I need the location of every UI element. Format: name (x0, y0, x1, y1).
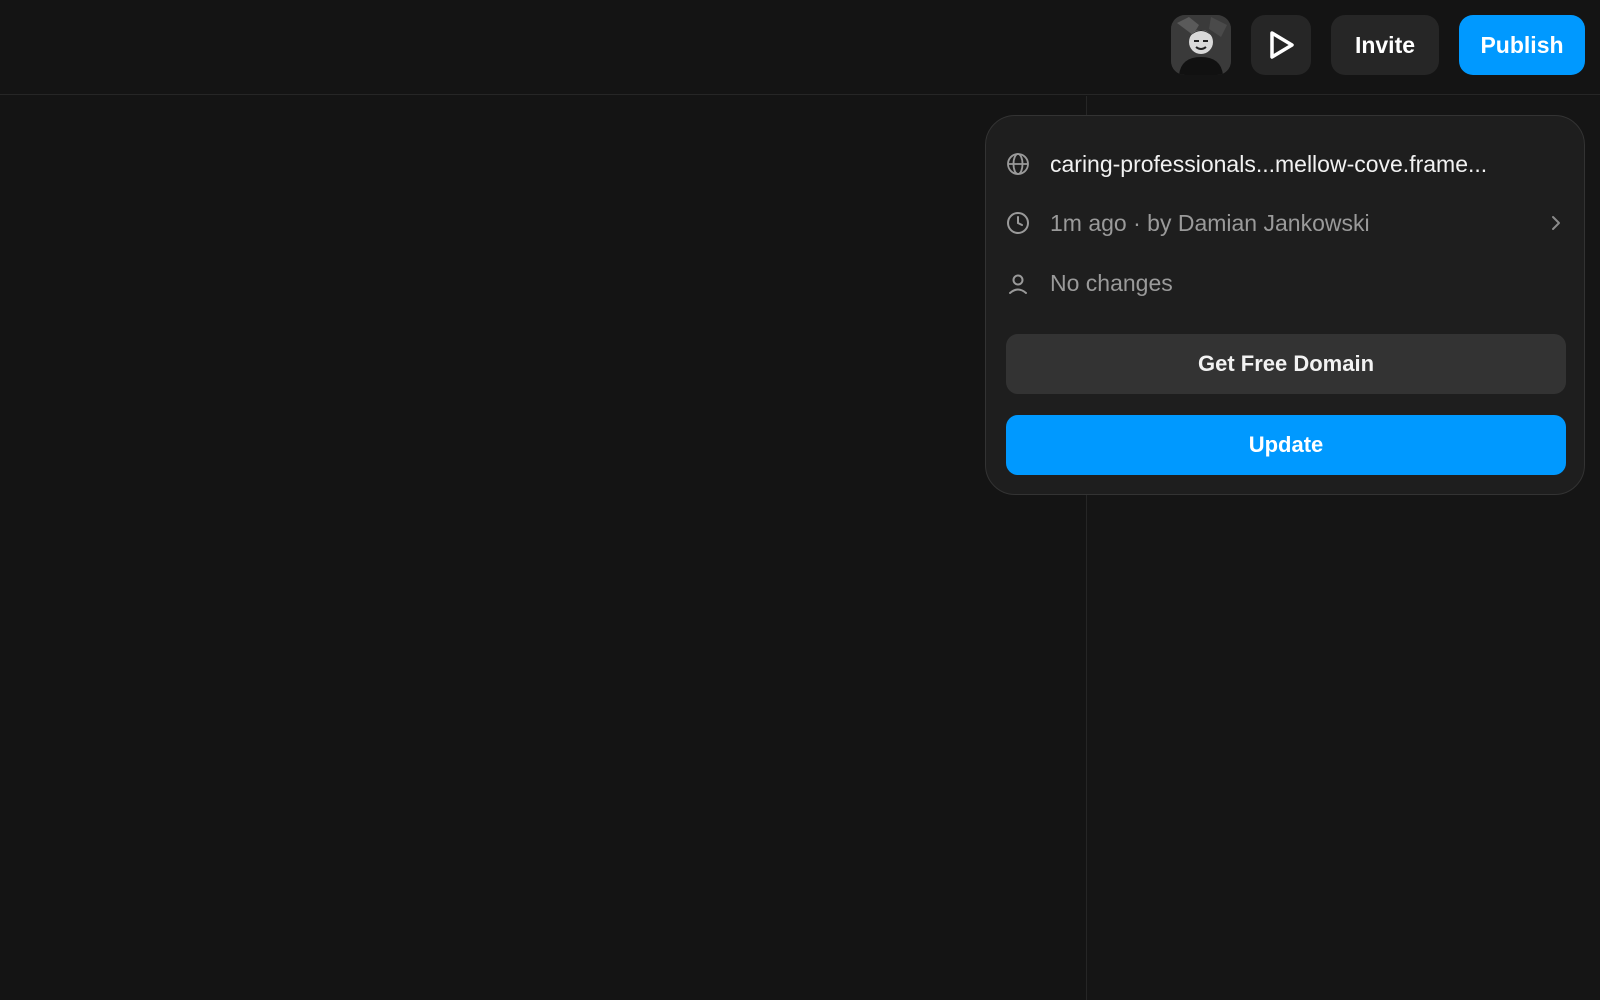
globe-icon (1006, 152, 1030, 176)
app-window: Invite Publish caring-professionals...me… (0, 0, 1600, 1000)
clock-icon (1006, 211, 1030, 235)
last-update-text: 1m ago · by Damian Jankowski (1050, 209, 1370, 236)
update-button[interactable]: Update (1006, 415, 1566, 475)
preview-play-button[interactable] (1251, 15, 1311, 75)
top-toolbar: Invite Publish (0, 0, 1600, 95)
play-icon (1270, 31, 1294, 59)
avatar-icon (1171, 15, 1231, 75)
chevron-right-icon (1546, 213, 1566, 233)
site-url-row[interactable]: caring-professionals...mellow-cove.frame… (1006, 144, 1566, 184)
user-icon (1006, 271, 1030, 295)
user-avatar[interactable] (1171, 15, 1231, 75)
changes-row: No changes (1006, 263, 1566, 303)
get-free-domain-button[interactable]: Get Free Domain (1006, 334, 1566, 394)
version-history-row[interactable]: 1m ago · by Damian Jankowski (1006, 203, 1566, 243)
site-url: caring-professionals...mellow-cove.frame… (1050, 150, 1488, 177)
publish-button[interactable]: Publish (1459, 15, 1585, 75)
publish-popover: caring-professionals...mellow-cove.frame… (985, 115, 1585, 495)
invite-button[interactable]: Invite (1331, 15, 1439, 75)
design-canvas[interactable] (0, 96, 1086, 1000)
changes-status: No changes (1050, 269, 1173, 296)
